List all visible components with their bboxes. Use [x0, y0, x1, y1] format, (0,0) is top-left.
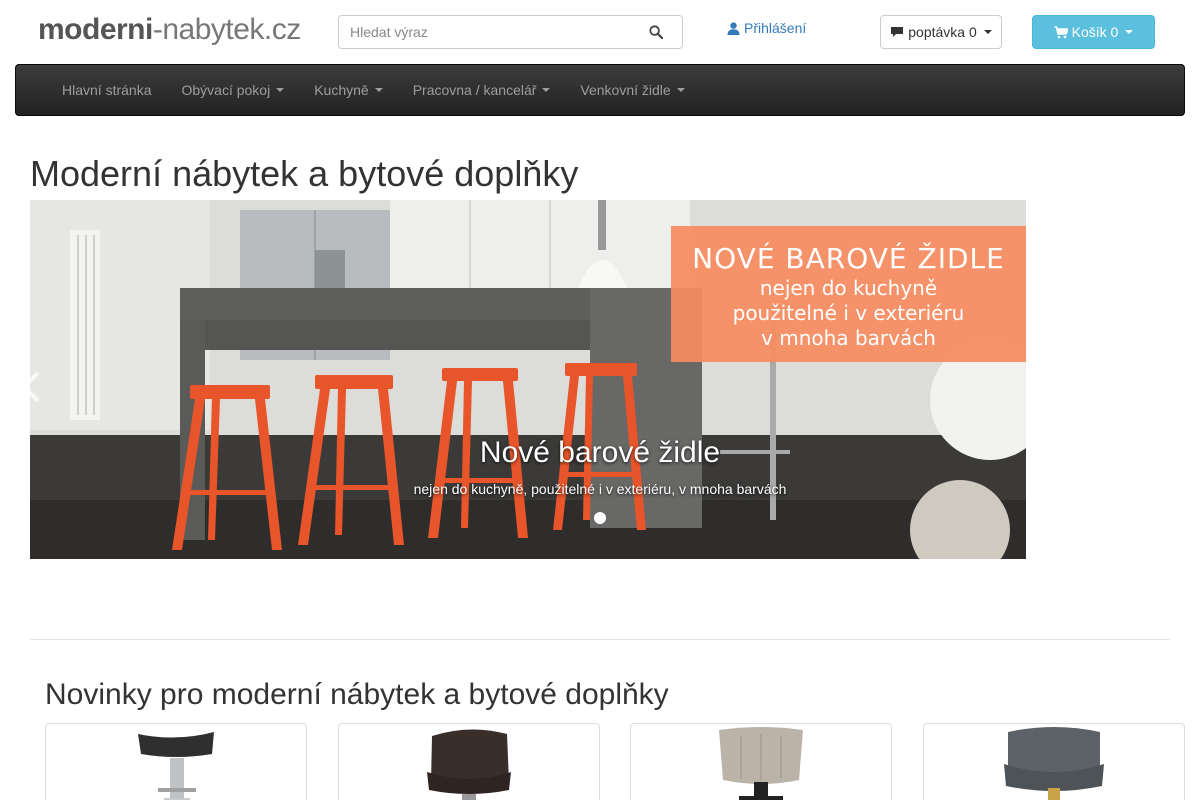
search-icon [649, 25, 663, 39]
cart-label: Košík 0 [1071, 24, 1119, 40]
product-card[interactable] [923, 723, 1185, 800]
chevron-left-icon [21, 371, 40, 403]
chevron-down-icon [1125, 30, 1134, 34]
nav-item-kitchen[interactable]: Kuchyně [299, 65, 397, 115]
nav-item-living-room[interactable]: Obývací pokoj [166, 65, 299, 115]
logo-text-secondary: -nabytek.cz [152, 13, 301, 46]
chevron-down-icon [676, 88, 685, 92]
logo-text-primary: moderni [38, 13, 153, 46]
product-image [427, 729, 511, 800]
user-icon [727, 21, 740, 35]
chevron-down-icon [542, 88, 551, 92]
nav-item-label: Obývací pokoj [181, 82, 271, 98]
search-bar [338, 15, 683, 49]
nav-item-outdoor-chairs[interactable]: Venkovní židle [565, 65, 699, 115]
nav-item-office[interactable]: Pracovna / kancelář [398, 65, 566, 115]
carousel-next-button[interactable] [1068, 367, 1096, 407]
product-card[interactable] [338, 723, 600, 800]
product-image [138, 732, 214, 800]
login-link[interactable]: Přihlášení [727, 20, 806, 36]
page-title: Moderní nábytek a bytové doplňky [30, 153, 579, 194]
promo-banner-line: nejen do kuchyně [759, 276, 938, 300]
hero-carousel: NOVÉ BAROVÉ ŽIDLE nejen do kuchyně použi… [30, 200, 1026, 559]
site-logo[interactable]: moderni-nabytek.cz [38, 10, 301, 50]
chevron-down-icon [374, 88, 383, 92]
inquiry-label: poptávka 0 [908, 24, 977, 40]
product-image [719, 727, 803, 800]
product-image [1004, 727, 1104, 800]
comment-icon [891, 27, 904, 37]
shopping-cart-icon [1054, 25, 1068, 38]
search-input[interactable] [339, 16, 630, 48]
carousel-indicator[interactable] [594, 512, 606, 524]
carousel-caption: Nové barové židle nejen do kuchyně, použ… [300, 433, 900, 497]
promo-banner: NOVÉ BAROVÉ ŽIDLE nejen do kuchyně použi… [671, 226, 1026, 362]
nav-item-label: Hlavní stránka [62, 82, 152, 98]
search-button[interactable] [630, 16, 682, 48]
nav-item-label: Venkovní židle [580, 82, 671, 98]
main-navbar: Hlavní stránka Obývací pokoj Kuchyně Pra… [15, 64, 1185, 116]
cart-button[interactable]: Košík 0 [1032, 15, 1155, 49]
login-label: Přihlášení [744, 20, 807, 36]
chevron-right-icon [1072, 371, 1091, 403]
nav-item-home[interactable]: Hlavní stránka [47, 65, 166, 115]
carousel-caption-text: nejen do kuchyně, použitelné i v exterié… [413, 481, 787, 497]
promo-banner-line: použitelné i v exteriéru [732, 301, 965, 325]
chevron-down-icon [276, 88, 285, 92]
carousel-prev-button[interactable] [16, 367, 44, 407]
chevron-down-icon [983, 30, 992, 34]
carousel-caption-title: Nové barové židle [479, 436, 721, 469]
nav-item-label: Pracovna / kancelář [412, 82, 537, 98]
section-divider [30, 639, 1170, 640]
promo-banner-title: NOVÉ BAROVÉ ŽIDLE [692, 242, 1005, 275]
inquiry-button[interactable]: poptávka 0 [880, 15, 1002, 49]
nav-item-label: Kuchyně [314, 82, 369, 98]
product-card[interactable] [45, 723, 307, 800]
promo-banner-line: v mnoha barvách [761, 326, 936, 350]
product-card[interactable] [630, 723, 892, 800]
section-title: Novinky pro moderní nábytek a bytové dop… [45, 678, 669, 711]
